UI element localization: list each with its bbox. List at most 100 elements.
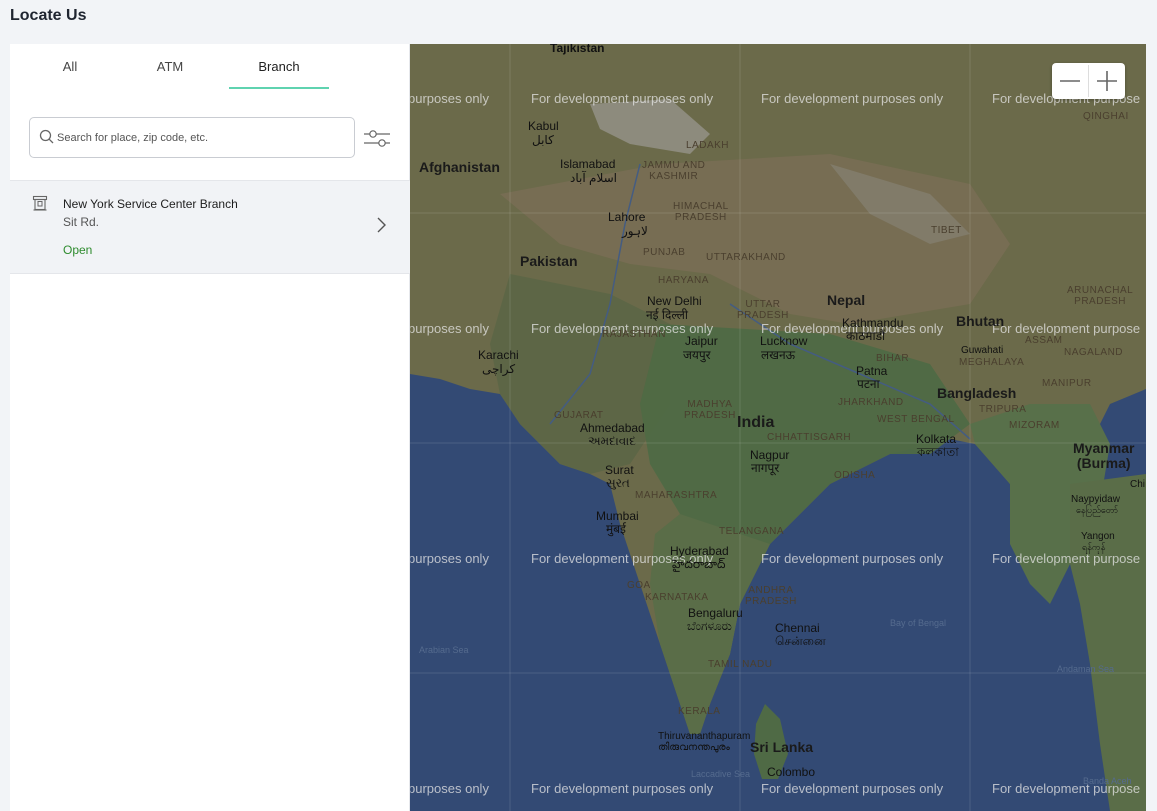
map-label-lucknow-native: लखनऊ [761, 348, 796, 362]
map-label-nagaland: NAGALAND [1064, 347, 1124, 358]
map-label-lucknow: Lucknow [760, 334, 808, 348]
search-box [29, 117, 355, 158]
map-label-qinghai: QINGHAI [1083, 111, 1129, 122]
map-label-islamabad: Islamabad [560, 157, 616, 171]
map-watermark: For development purposes only [761, 91, 944, 106]
results-panel: All ATM Branch New York Service [10, 44, 410, 811]
tab-all[interactable]: All [20, 44, 120, 90]
bank-building-icon [32, 195, 48, 211]
map-label-goa: GOA [627, 580, 651, 591]
map-label-rajasthan: RAJASTHAN [602, 329, 666, 340]
map-label-sri-lanka: Sri Lanka [750, 739, 814, 755]
map-label-haryana: HARYANA [658, 275, 709, 286]
map-label-yangon: Yangon [1081, 531, 1115, 542]
map-label-nepal: Nepal [827, 292, 866, 308]
map-label-tajikistan: Tajikistan [550, 44, 605, 55]
map-label-ahmedabad-native: અમદાવાદ [588, 434, 636, 448]
map-label-kabul-native: کابل [532, 133, 554, 147]
map-label-jaipur: Jaipur [685, 334, 718, 348]
map-watermark: purposes only [410, 781, 489, 796]
map-watermark: purposes only [410, 321, 489, 336]
map-label-mumbai-native: मुंबई [606, 522, 626, 536]
map-label-andaman-sea: Andaman Sea [1057, 664, 1115, 674]
map-label-banda-aceh: Banda Aceh [1083, 776, 1132, 786]
map-label-chennai-native: சென்னை [775, 634, 826, 648]
map-label-surat-native: સુરત [606, 476, 630, 490]
map-label-chhattisgarh: CHHATTISGARH [767, 432, 852, 443]
map-watermark: For development purposes only [531, 781, 714, 796]
zoom-in-button[interactable] [1089, 63, 1125, 99]
map-label-naypyidaw: Naypyidaw [1071, 494, 1120, 505]
map-label-ladakh: LADAKH [686, 140, 730, 151]
map-label-lahore: Lahore [608, 210, 646, 224]
map-label-jammu-kashmir: JAMMU AND KASHMIR [642, 160, 706, 182]
map-label-islamabad-native: اسلام آباد [570, 171, 617, 185]
map-label-hyderabad-native: హైదరాబాద్ [672, 557, 726, 571]
map-label-andhra-pradesh: ANDHRA PRADESH [745, 585, 797, 607]
chevron-right-icon[interactable] [375, 216, 387, 234]
map-label-new-delhi: New Delhi [647, 294, 702, 308]
map-label-bangladesh: Bangladesh [937, 385, 1017, 401]
map-label-bhutan: Bhutan [956, 313, 1005, 329]
map-label-jharkhand: JHARKHAND [838, 397, 904, 408]
map-label-colombo: Colombo [767, 765, 816, 779]
status-badge: Open [63, 243, 93, 257]
map-label-new-delhi-native: नई दिल्ली [646, 308, 689, 322]
map-label-maharashtra: MAHARASHTRA [635, 490, 718, 501]
map-label-myanmar: Myanmar (Burma) [1073, 440, 1135, 472]
map-watermark: For development purpose [992, 551, 1141, 566]
branch-name: New York Service Center Branch [63, 197, 238, 211]
map-label-odisha: ODISHA [834, 470, 876, 481]
map-label-madhya-pradesh: MADHYA PRADESH [684, 399, 736, 421]
map-label-yangon-native: ရန်ကုန် [1082, 542, 1106, 552]
search-icon [39, 129, 54, 144]
map-label-tibet: TIBET [931, 225, 962, 236]
map-watermark: purposes only [410, 551, 489, 566]
search-input[interactable] [57, 118, 347, 157]
map-label-uttarakhand: UTTARAKHAND [706, 252, 786, 263]
map-label-punjab: PUNJAB [643, 247, 686, 258]
zoom-out-button[interactable] [1052, 63, 1088, 99]
map-label-arunachal: ARUNACHAL PRADESH [1067, 285, 1134, 307]
map-view[interactable]: purposes only For development purposes o… [410, 44, 1146, 811]
page-title: Locate Us [10, 7, 87, 24]
map-label-jaipur-native: जयपुर [683, 348, 711, 362]
map-label-laccadive-sea: Laccadive Sea [691, 769, 751, 779]
map-label-nagpur-native: नागपूर [751, 461, 780, 475]
map-watermark: purposes only [410, 91, 489, 106]
map-label-bihar: BIHAR [876, 353, 910, 364]
map-label-chi: Chi [1130, 479, 1146, 490]
map-label-india: India [737, 414, 775, 431]
map-label-uttar-pradesh: UTTAR PRADESH [737, 299, 789, 321]
map-label-naypyidaw-native: နေပြည်တော် [1076, 505, 1119, 515]
map-label-himachal: HIMACHAL PRADESH [673, 201, 729, 223]
map-label-thiruvananthapuram: Thiruvananthapuram [658, 731, 751, 742]
map-watermark: For development purpose [992, 321, 1141, 336]
zoom-control [1052, 63, 1125, 99]
tab-bar: All ATM Branch [10, 44, 410, 90]
map-label-kolkata-native: কলকাতা [917, 445, 959, 459]
branch-address: Sit Rd. [63, 215, 100, 229]
locator-card: All ATM Branch New York Service [10, 44, 1146, 811]
map-label-tamil-nadu: TAMIL NADU [708, 659, 773, 670]
sliders-icon[interactable] [362, 128, 392, 150]
map-label-bengaluru-native: ಬೆಂಗಳೂರು [687, 619, 732, 633]
list-item[interactable]: New York Service Center Branch Sit Rd. O… [10, 180, 410, 274]
map-label-gujarat: GUJARAT [554, 410, 604, 421]
map-label-meghalaya: MEGHALAYA [959, 357, 1025, 368]
minus-icon [1060, 80, 1080, 82]
map-label-bay-of-bengal: Bay of Bengal [890, 618, 947, 628]
map-label-kerala: KERALA [678, 706, 721, 717]
map-watermark: For development purposes only [531, 91, 714, 106]
plus-icon [1097, 71, 1117, 91]
tab-branch[interactable]: Branch [229, 44, 329, 90]
map-label-west-bengal: WEST BENGAL [877, 414, 955, 425]
map-label-pakistan: Pakistan [520, 253, 578, 269]
map-label-mizoram: MIZORAM [1009, 420, 1060, 431]
map-label-karachi-native: کراچی [482, 362, 516, 376]
tab-atm[interactable]: ATM [120, 44, 220, 90]
map-label-patna-native: पटना [857, 377, 880, 391]
map-label-karnataka: KARNATAKA [645, 592, 709, 603]
map-label-lahore-native: لاہور [622, 224, 648, 238]
map-watermark: For development purposes only [761, 551, 944, 566]
